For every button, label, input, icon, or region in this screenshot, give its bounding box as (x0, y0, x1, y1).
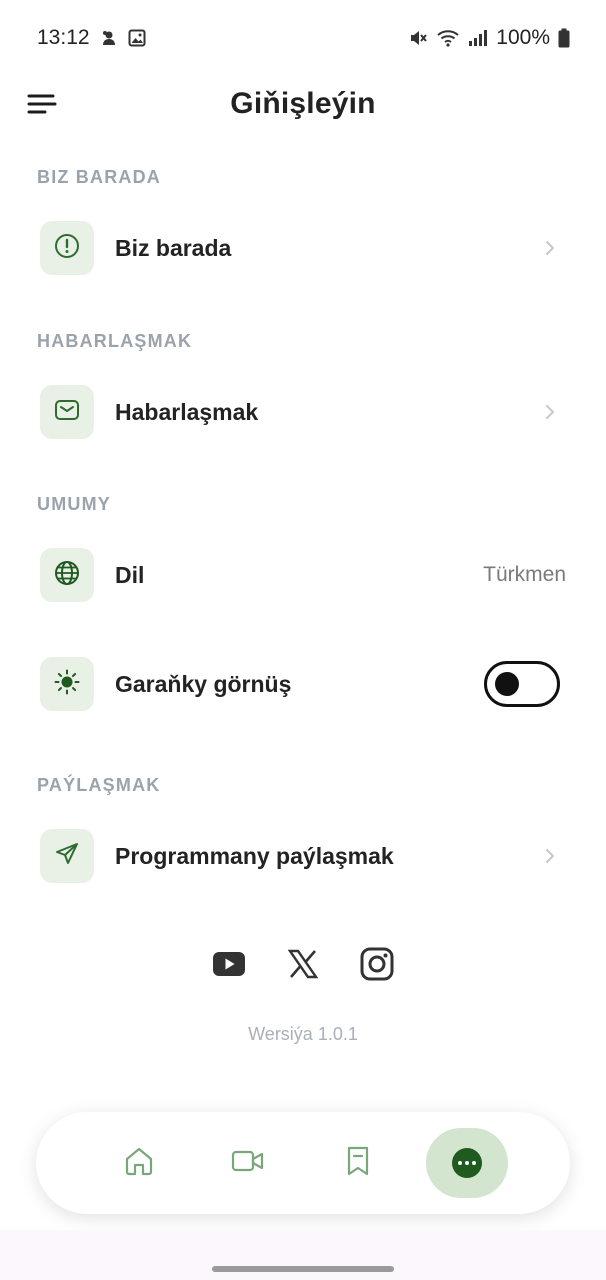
more-icon (452, 1148, 483, 1178)
chevron-right-icon (540, 238, 560, 258)
language-value: Türkmen (483, 563, 566, 586)
chevron-right-icon (540, 846, 560, 866)
section-title-share: PAÝLAŞMAK (37, 775, 161, 795)
mute-icon (408, 28, 428, 48)
mail-icon (54, 397, 80, 428)
status-bar: 13:12 100% (0, 0, 606, 76)
dark-mode-label: Garaňky görnüş (115, 670, 292, 697)
toggle-knob (495, 672, 519, 696)
share-icon-box (40, 829, 94, 883)
version-text: Wersiýa 1.0.1 (248, 1024, 358, 1044)
dark-mode-toggle[interactable] (484, 661, 560, 707)
gesture-area (0, 1230, 606, 1280)
instagram-icon[interactable] (359, 946, 395, 982)
gallery-icon (128, 29, 146, 47)
nav-more[interactable] (426, 1128, 509, 1198)
wifi-icon (436, 28, 460, 48)
page-title: Giňişleýin (230, 87, 376, 120)
dark-mode-icon-box (40, 657, 94, 711)
nav-home[interactable] (98, 1128, 180, 1198)
nav-bookmarks[interactable] (317, 1128, 399, 1198)
language-label: Dil (115, 561, 145, 588)
status-right: 100% (408, 26, 570, 50)
contact-row[interactable]: Habarlaşmak (40, 384, 566, 440)
home-icon (123, 1145, 155, 1182)
sun-icon (53, 668, 81, 701)
section-title-about: BIZ BARADA (37, 167, 161, 187)
dark-mode-row: Garaňky görnüş (40, 656, 566, 712)
bookmark-icon (344, 1145, 372, 1182)
x-icon[interactable] (285, 946, 321, 982)
share-row[interactable]: Programmany paýlaşmak (40, 828, 566, 884)
chevron-right-icon (540, 402, 560, 422)
bottom-nav (36, 1112, 570, 1214)
section-title-general: UMUMY (37, 494, 111, 514)
share-label: Programmany paýlaşmak (115, 842, 394, 869)
battery-icon (558, 28, 570, 48)
info-icon (54, 233, 80, 264)
globe-icon (54, 560, 80, 591)
about-row[interactable]: Biz barada (40, 220, 566, 276)
contact-icon-box (40, 385, 94, 439)
nav-video[interactable] (207, 1128, 289, 1198)
header: Giňişleýin (0, 76, 606, 132)
about-label: Biz barada (115, 234, 232, 261)
status-time: 13:12 (37, 26, 90, 49)
notification-icon (100, 29, 118, 47)
language-row[interactable]: Dil Türkmen (40, 547, 566, 603)
contact-label: Habarlaşmak (115, 398, 259, 425)
language-icon-box (40, 548, 94, 602)
battery-text: 100% (496, 26, 550, 49)
video-icon (231, 1147, 265, 1180)
about-icon-box (40, 221, 94, 275)
section-title-contact: HABARLAŞMAK (37, 331, 193, 351)
menu-icon[interactable] (26, 88, 58, 120)
send-icon (54, 841, 80, 872)
youtube-icon[interactable] (211, 946, 247, 982)
social-links (0, 944, 606, 984)
home-gesture-bar[interactable] (212, 1266, 394, 1272)
signal-icon (468, 29, 488, 47)
status-left: 13:12 (37, 26, 146, 50)
